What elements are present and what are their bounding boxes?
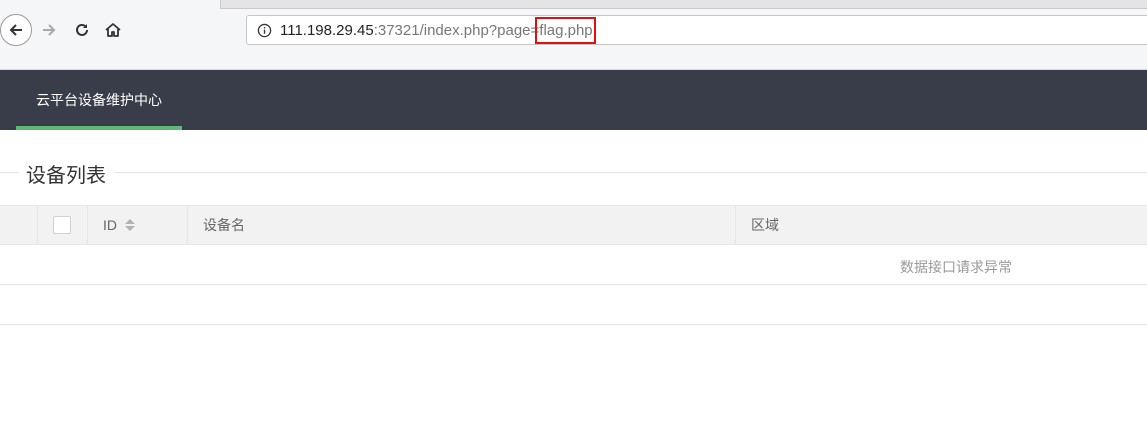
column-header-id[interactable]: ID <box>87 206 187 245</box>
column-header-name: 设备名 <box>187 206 735 245</box>
column-region-label: 区域 <box>751 217 779 233</box>
nav-item-maintenance-center[interactable]: 云平台设备维护中心 <box>16 70 182 130</box>
header-checkbox-cell <box>37 206 87 245</box>
tab-strip <box>220 0 1147 9</box>
sort-icon[interactable] <box>125 218 135 232</box>
section-title: 设备列表 <box>18 159 114 188</box>
table-row <box>0 285 1147 325</box>
url-text[interactable]: 111.198.29.45:37321/index.php?page=flag.… <box>280 22 593 39</box>
home-button[interactable] <box>97 14 129 46</box>
back-button[interactable] <box>0 14 32 46</box>
forward-arrow-icon <box>43 24 56 36</box>
empty-message: 数据接口请求异常 <box>900 259 1012 275</box>
info-icon[interactable] <box>257 23 272 38</box>
browser-toolbar: 111.198.29.45:37321/index.php?page=flag.… <box>0 0 1147 70</box>
url-path: :37321/index.php?page=flag.php <box>373 22 593 39</box>
column-name-label: 设备名 <box>203 217 245 233</box>
table-row: 数据接口请求异常 <box>0 245 1147 285</box>
home-icon <box>105 23 121 37</box>
reload-icon <box>76 23 88 36</box>
address-bar[interactable]: 111.198.29.45:37321/index.php?page=flag.… <box>246 15 1147 45</box>
column-id-label: ID <box>103 217 117 233</box>
column-header-region: 区域 <box>735 206 1147 245</box>
section-divider <box>0 172 1147 173</box>
reload-button[interactable] <box>66 14 98 46</box>
select-all-checkbox[interactable] <box>53 216 71 234</box>
back-arrow-icon <box>9 24 22 36</box>
app-header: 云平台设备维护中心 <box>0 70 1147 130</box>
device-table: ID 设备名 区域 数据接口请求异常 <box>0 205 1147 325</box>
url-host: 111.198.29.45 <box>280 22 374 39</box>
header-spacer-cell <box>0 206 37 245</box>
forward-button[interactable] <box>33 14 65 46</box>
table-header: ID 设备名 区域 <box>0 205 1147 245</box>
